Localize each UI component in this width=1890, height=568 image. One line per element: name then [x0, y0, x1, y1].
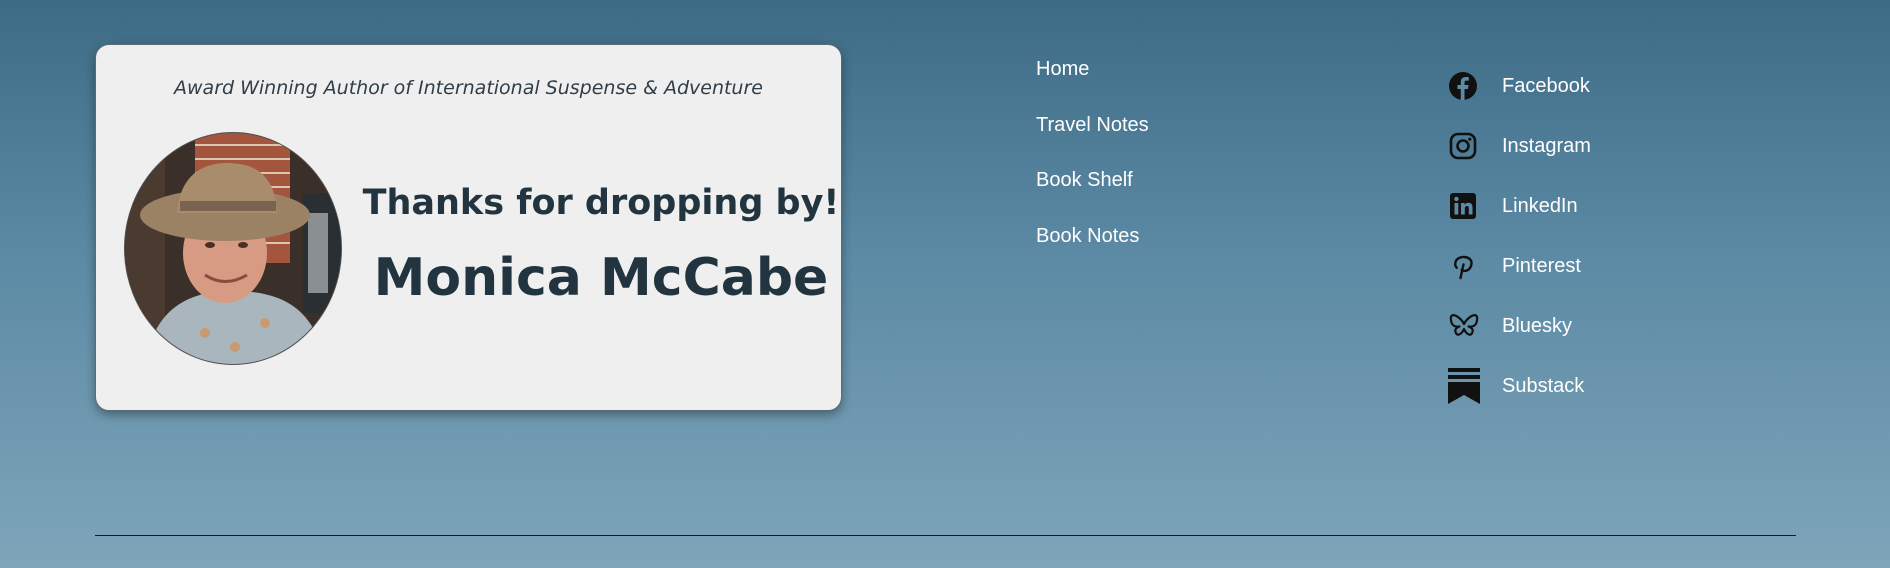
author-photo [124, 132, 342, 365]
social-link-instagram[interactable]: Instagram [1448, 116, 1591, 176]
nav-link-travel-notes[interactable]: Travel Notes [1036, 112, 1149, 168]
author-tagline: Award Winning Author of International Su… [174, 77, 763, 99]
instagram-icon [1448, 128, 1484, 164]
author-name: Monica McCabe [373, 248, 829, 308]
social-label-instagram: Instagram [1502, 134, 1591, 157]
social-label-bluesky: Bluesky [1502, 314, 1573, 337]
facebook-icon [1448, 68, 1484, 104]
social-label-facebook: Facebook [1502, 74, 1590, 97]
social-link-pinterest[interactable]: Pinterest [1448, 236, 1591, 296]
footer-divider [95, 535, 1796, 536]
substack-icon [1448, 368, 1484, 404]
social-label-pinterest: Pinterest [1502, 254, 1581, 277]
greeting-heading: Thanks for dropping by! [362, 183, 840, 223]
footer-nav: Home Travel Notes Book Shelf Book Notes [1036, 56, 1149, 278]
social-links: Facebook Instagram LinkedIn Pinterest Bl… [1448, 56, 1591, 416]
nav-link-book-shelf[interactable]: Book Shelf [1036, 167, 1149, 223]
social-link-linkedin[interactable]: LinkedIn [1448, 176, 1591, 236]
pinterest-icon [1448, 248, 1484, 284]
social-link-substack[interactable]: Substack [1448, 356, 1591, 416]
social-label-substack: Substack [1502, 374, 1585, 397]
nav-link-home[interactable]: Home [1036, 56, 1149, 112]
social-link-facebook[interactable]: Facebook [1448, 56, 1591, 116]
linkedin-icon [1448, 188, 1484, 224]
social-link-bluesky[interactable]: Bluesky [1448, 296, 1591, 356]
social-label-linkedin: LinkedIn [1502, 194, 1578, 217]
author-card: Award Winning Author of International Su… [95, 44, 842, 411]
nav-link-book-notes[interactable]: Book Notes [1036, 223, 1149, 279]
bluesky-icon [1448, 308, 1484, 344]
